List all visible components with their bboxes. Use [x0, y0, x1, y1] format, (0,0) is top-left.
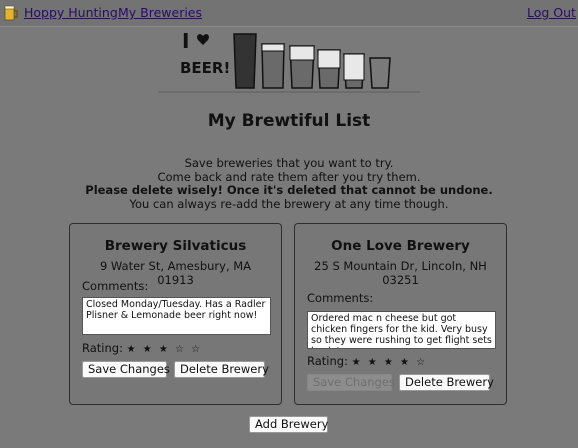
intro-text: Save breweries that you want to try. Com…	[0, 156, 578, 211]
rating-stars[interactable]: ★ ★ ★ ★ ☆	[352, 357, 428, 368]
beer-mug-icon	[4, 5, 18, 21]
comments-label: Comments:	[82, 279, 149, 293]
delete-brewery-button[interactable]: Delete Brewery	[174, 361, 269, 378]
hero-text-beer: BEER!	[180, 59, 230, 77]
rating-label: Rating:	[307, 354, 348, 368]
rating-stars[interactable]: ★ ★ ★ ☆ ☆	[127, 344, 203, 355]
rating: Rating: ★ ★ ★ ☆ ☆	[82, 341, 202, 355]
heart-icon	[197, 34, 209, 45]
page-title: My Brewtiful List	[207, 111, 371, 131]
brewery-address: 25 S Mountain Dr, Lincoln, NH 03251	[314, 259, 487, 287]
brewery-name: One Love Brewery	[331, 238, 470, 254]
beer-glasses-logo: I BEER!	[158, 29, 420, 93]
comments-input[interactable]: Closed Monday/Tuesday. Has a Radler Plis…	[82, 297, 271, 335]
add-brewery-button[interactable]: Add Brewery	[249, 416, 328, 433]
save-changes-button[interactable]: Save Changes	[307, 374, 395, 391]
save-changes-button[interactable]: Save Changes	[82, 361, 170, 378]
brewery-card: Brewery Silvaticus 9 Water St, Amesbury,…	[69, 223, 282, 405]
intro-line-4: You can always re-add the brewery at any…	[129, 196, 449, 211]
delete-brewery-button[interactable]: Delete Brewery	[399, 374, 494, 391]
home-link[interactable]: Hoppy Hunting	[24, 5, 118, 20]
my-breweries-link[interactable]: My Breweries	[118, 5, 202, 20]
intro-line-2: Come back and rate them after you try th…	[157, 169, 421, 184]
comments-label: Comments:	[307, 291, 374, 305]
navbar: Hoppy Hunting My Breweries Log Out	[0, 0, 578, 27]
comments-input[interactable]: Ordered mac n cheese but got chicken fin…	[307, 311, 496, 349]
rating-label: Rating:	[82, 341, 123, 355]
rating: Rating: ★ ★ ★ ★ ☆	[307, 354, 427, 368]
intro-line-1: Save breweries that you want to try.	[184, 156, 394, 170]
hero-text-i: I	[182, 29, 189, 53]
brewery-card: One Love Brewery 25 S Mountain Dr, Linco…	[294, 223, 507, 405]
intro-warning: Please delete wisely! Once it's deleted …	[85, 183, 493, 197]
logout-link[interactable]: Log Out	[527, 5, 576, 20]
brewery-name: Brewery Silvaticus	[104, 238, 247, 254]
